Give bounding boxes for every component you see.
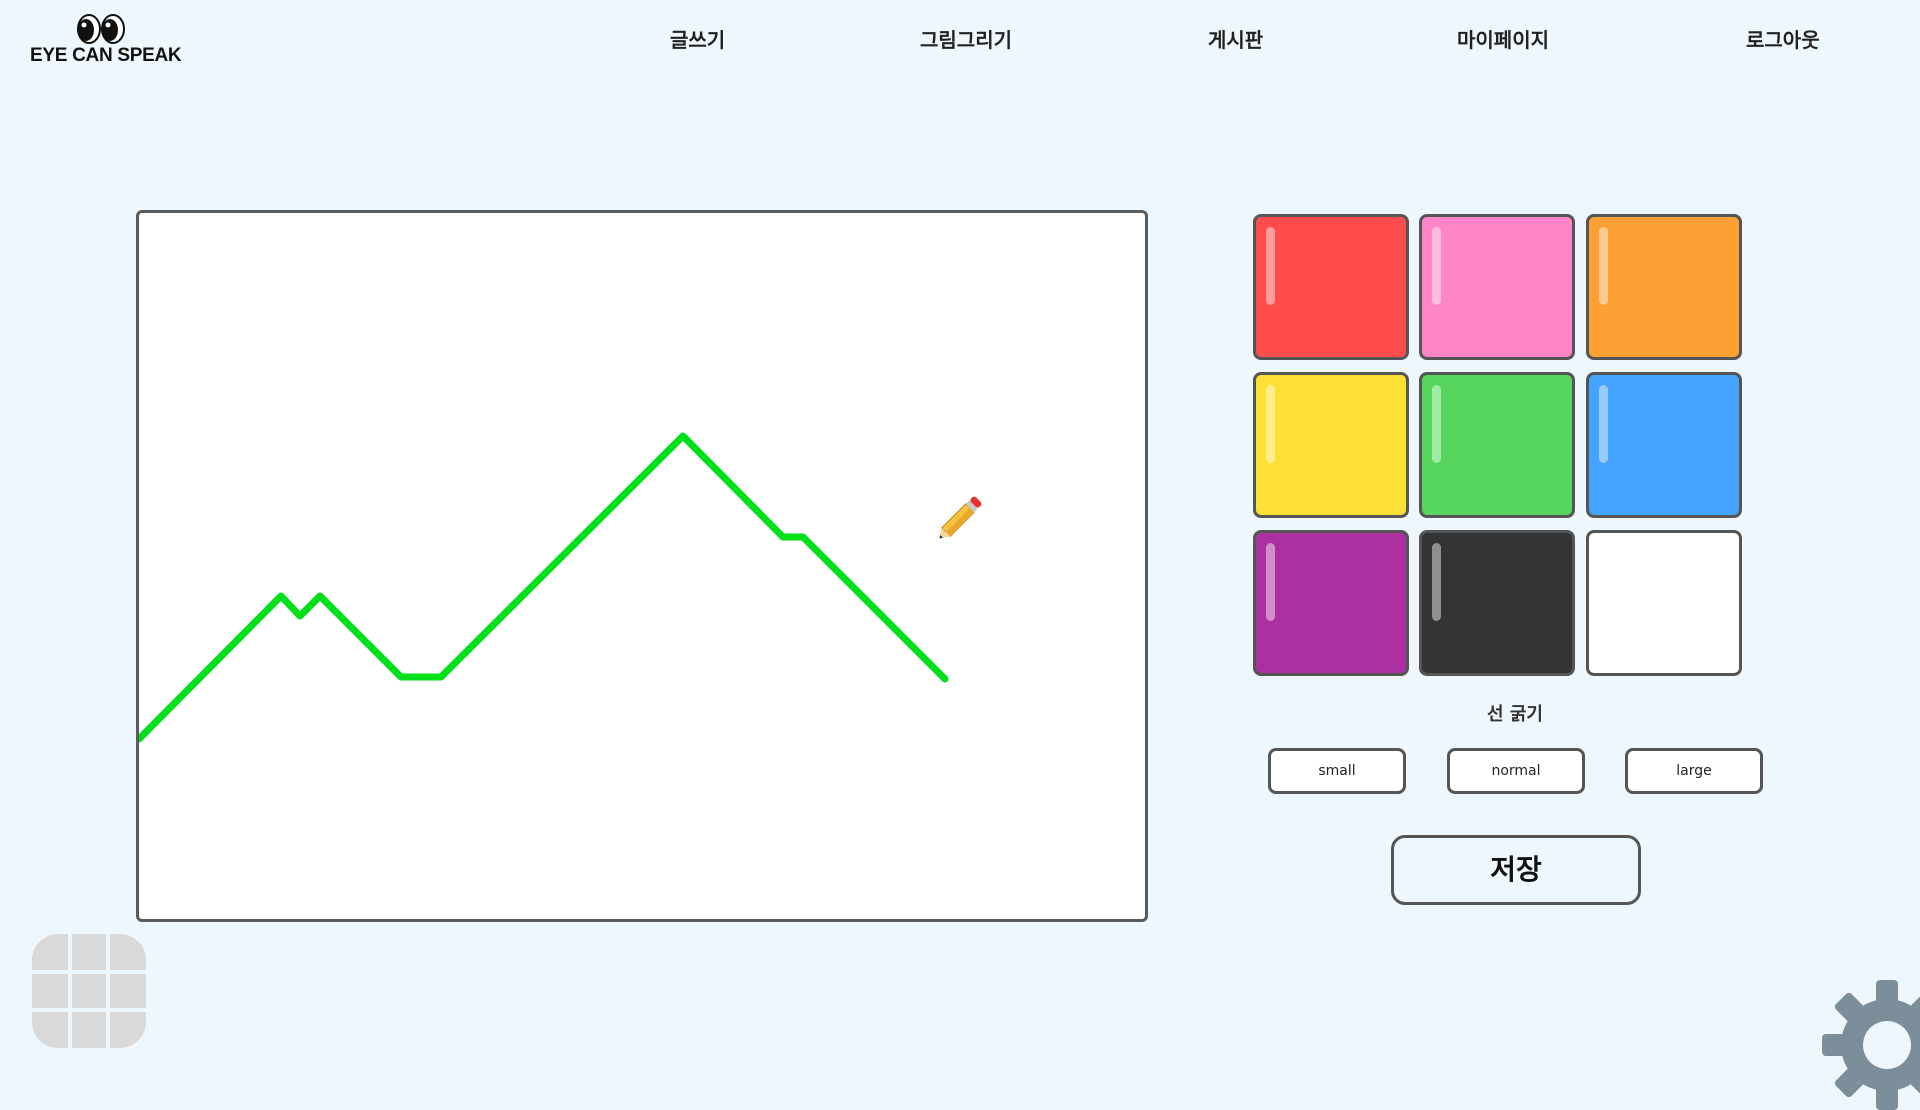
- swatch-shine: [1432, 385, 1441, 463]
- swatch-shine: [1599, 385, 1608, 463]
- thickness-large-button[interactable]: large: [1625, 748, 1763, 794]
- color-swatch-yellow[interactable]: [1253, 372, 1409, 518]
- swatch-shine: [1599, 227, 1608, 305]
- swatch-shine: [1432, 227, 1441, 305]
- logo-text: EYE CAN SPEAK: [30, 45, 182, 66]
- eyes-logo-icon: [77, 14, 125, 44]
- swatch-shine: [1266, 385, 1275, 463]
- color-swatch-white[interactable]: [1586, 530, 1742, 676]
- thickness-normal-button[interactable]: normal: [1447, 748, 1585, 794]
- thickness-label: 선 굵기: [1487, 704, 1543, 725]
- nav-logout[interactable]: 로그아웃: [1746, 24, 1820, 53]
- grid-menu-icon[interactable]: [32, 934, 146, 1048]
- nav-write[interactable]: 글쓰기: [670, 24, 725, 53]
- color-swatch-blue[interactable]: [1586, 372, 1742, 518]
- swatch-shine: [1266, 543, 1275, 621]
- swatch-shine: [1432, 543, 1441, 621]
- nav-board[interactable]: 게시판: [1208, 24, 1263, 53]
- color-swatch-black[interactable]: [1419, 530, 1575, 676]
- gear-icon[interactable]: [1822, 980, 1920, 1110]
- drawing-canvas[interactable]: [136, 210, 1148, 922]
- color-swatch-green[interactable]: [1419, 372, 1575, 518]
- color-swatch-purple[interactable]: [1253, 530, 1409, 676]
- color-swatch-orange[interactable]: [1586, 214, 1742, 360]
- pencil-icon: [939, 496, 982, 539]
- nav-draw[interactable]: 그림그리기: [920, 24, 1012, 53]
- thickness-small-button[interactable]: small: [1268, 748, 1406, 794]
- nav-mypage[interactable]: 마이페이지: [1457, 24, 1549, 53]
- color-swatch-red[interactable]: [1253, 214, 1409, 360]
- app-logo[interactable]: EYE CAN SPEAK: [30, 14, 182, 70]
- drawn-stroke: [139, 432, 949, 743]
- swatch-shine: [1266, 227, 1275, 305]
- color-swatch-pink[interactable]: [1419, 214, 1575, 360]
- drawing-stroke-layer: [139, 432, 949, 743]
- save-button[interactable]: 저장: [1391, 835, 1641, 905]
